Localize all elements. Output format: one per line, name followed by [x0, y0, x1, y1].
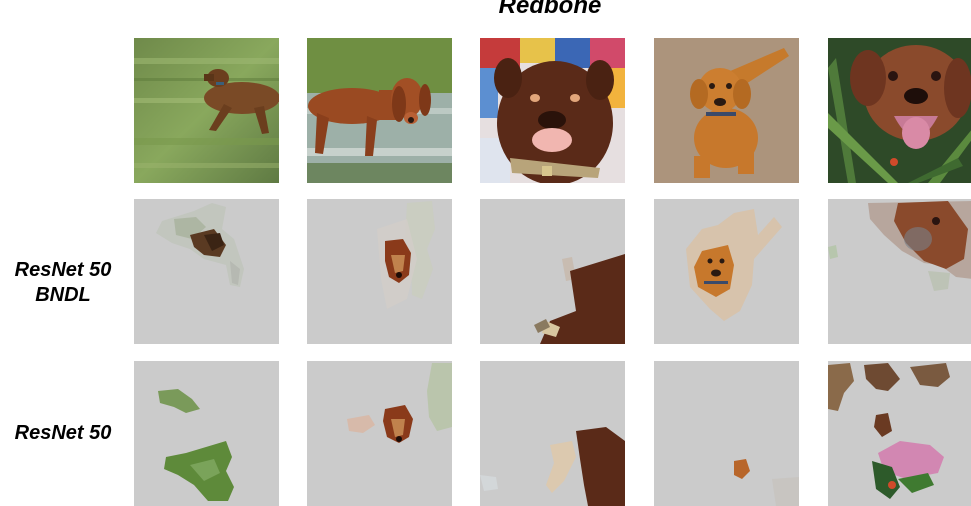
- original-image-3: [480, 38, 625, 183]
- resnet50-mask-5: [828, 361, 971, 506]
- bndl-mask-1: [134, 199, 279, 344]
- original-image-1: [134, 38, 279, 183]
- resnet50-mask-1: [134, 361, 279, 506]
- bndl-mask-3: [480, 199, 625, 344]
- figure-title: Redbone: [498, 0, 602, 19]
- bndl-mask-2: [307, 199, 452, 344]
- row-label-bndl-line1: ResNet 50: [14, 259, 112, 281]
- original-image-4: [654, 38, 799, 183]
- bndl-mask-5: [828, 199, 971, 344]
- resnet50-mask-4: [654, 361, 799, 506]
- row-label-resnet50: ResNet 50: [14, 422, 112, 444]
- resnet50-mask-3: [480, 361, 625, 506]
- bndl-mask-4: [654, 199, 799, 344]
- row-label-bndl: ResNet 50 BNDL: [0, 258, 126, 308]
- original-image-5: [828, 38, 971, 183]
- original-image-2: [307, 38, 452, 183]
- resnet50-mask-2: [307, 361, 452, 506]
- row-label-bndl-line2: BNDL: [35, 284, 91, 306]
